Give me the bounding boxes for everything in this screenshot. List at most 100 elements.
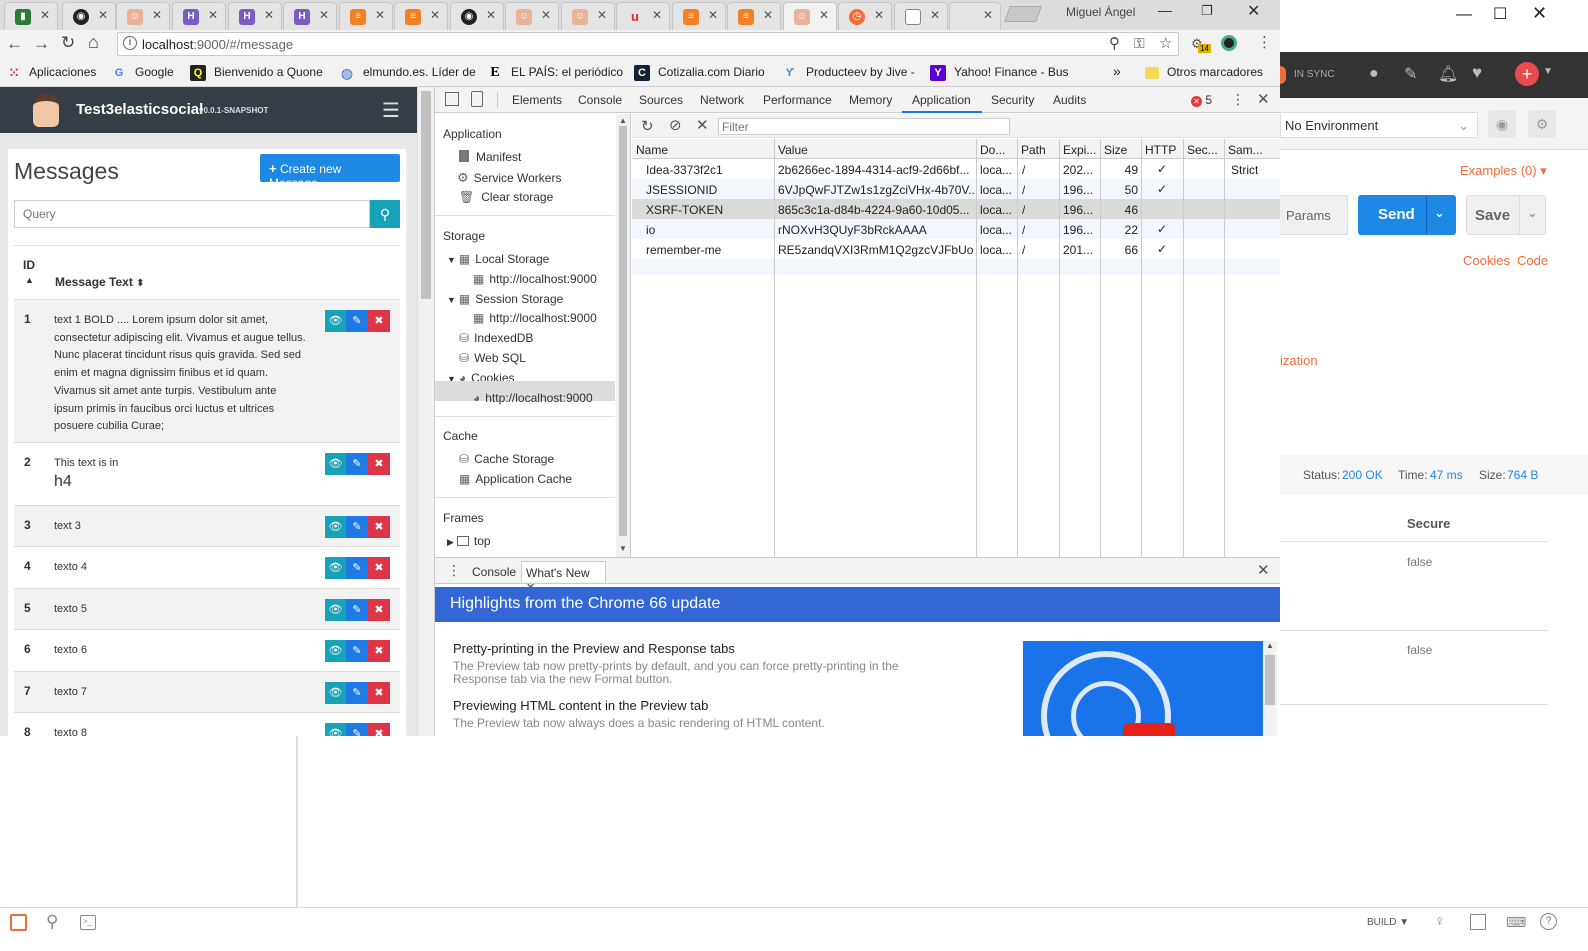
search-button[interactable]: ⚲	[370, 200, 400, 228]
bookmark-elpais[interactable]: E EL PAÍS: el periódico	[487, 65, 623, 81]
sidebar-item-manifest[interactable]: Manifest	[459, 150, 521, 164]
delete-button[interactable]: ✖	[368, 723, 390, 736]
close-drawer-icon[interactable]: ✕	[1257, 561, 1270, 579]
browser-tab[interactable]: H ✕	[283, 2, 337, 30]
tab-console[interactable]: Console	[578, 93, 622, 107]
sidebar-item-cache-storage[interactable]: ⛁ Cache Storage	[459, 452, 554, 466]
two-pane-icon[interactable]	[1470, 914, 1486, 930]
drawer-menu-icon[interactable]: ⋮	[447, 562, 461, 579]
lightbulb-icon[interactable]: ♀	[1434, 913, 1445, 930]
more-options-icon[interactable]: ⋮	[1231, 91, 1245, 108]
edit-button[interactable]: ✎	[346, 682, 368, 704]
forward-icon[interactable]: →	[33, 34, 50, 54]
edit-button[interactable]: ✎	[346, 599, 368, 621]
tab-sources[interactable]: Sources	[639, 93, 683, 107]
code-link[interactable]: Code	[1517, 253, 1548, 268]
page-scrollbar[interactable]	[417, 87, 434, 736]
pane-divider[interactable]	[296, 736, 298, 907]
column-size[interactable]: Size	[1104, 143, 1127, 157]
edit-button[interactable]: ✎	[346, 723, 368, 736]
close-icon[interactable]: ✕	[1532, 3, 1547, 24]
browser-tab[interactable]: ◷ ✕	[838, 2, 892, 30]
sidebar-item-clear-storage[interactable]: 🗑︎ Clear storage	[459, 190, 553, 204]
view-button[interactable]: 👁︎	[325, 599, 346, 621]
error-count[interactable]: ✕ 5	[1191, 93, 1212, 107]
back-icon[interactable]: ←	[6, 34, 23, 54]
params-button[interactable]: Params	[1280, 195, 1348, 235]
sidebar-item-session-storage[interactable]: ▼ ▦ Session Storage	[447, 292, 563, 306]
info-icon[interactable]: i	[123, 36, 137, 50]
heart-icon[interactable]: ♥	[1472, 63, 1482, 83]
tab-performance[interactable]: Performance	[763, 93, 832, 107]
drawer-scrollbar[interactable]: ▲	[1263, 641, 1277, 736]
table-row[interactable]: 1 text 1 BOLD .... Lorem ipsum dolor sit…	[14, 299, 400, 442]
browser-tab[interactable]: ≡ ✕	[727, 2, 781, 30]
text-column-header[interactable]: Message Text ⬍	[55, 275, 145, 289]
column-path[interactable]: Path	[1021, 143, 1046, 157]
delete-button[interactable]: ✖	[368, 557, 390, 579]
globe-icon[interactable]: ●	[1369, 65, 1379, 83]
bookmark-cotizalia[interactable]: C Cotizalia.com Diario	[634, 65, 765, 81]
column-samesite[interactable]: Sam...	[1228, 143, 1263, 157]
save-button[interactable]: Save ⌄	[1466, 195, 1546, 235]
delete-button[interactable]: ✖	[368, 453, 390, 475]
console-icon[interactable]: >_	[80, 915, 96, 930]
column-value[interactable]: Value	[778, 143, 808, 157]
column-secure[interactable]: Sec...	[1187, 143, 1218, 157]
sidebar-item-websql[interactable]: ⛁ Web SQL	[459, 351, 526, 365]
delete-selected-icon[interactable]: ✕	[696, 116, 709, 134]
user-avatar-icon[interactable]: +	[1515, 62, 1539, 86]
drawer-tab-console[interactable]: Console	[472, 565, 516, 579]
new-tab-button[interactable]	[1004, 6, 1042, 22]
home-icon[interactable]: ⌂	[88, 32, 99, 53]
clear-all-icon[interactable]: ⊘	[669, 116, 682, 134]
sidebar-item-local-storage-origin[interactable]: ▦ http://localhost:9000	[473, 272, 597, 286]
sidebar-item-service-workers[interactable]: ⚙ Service Workers	[457, 170, 561, 186]
drawer-tab-whats-new[interactable]: What's New ✕	[521, 561, 606, 594]
table-row[interactable]: 4 texto 4 👁︎ ✎ ✖	[14, 546, 400, 588]
bookmark-elmundo[interactable]: ◍ elmundo.es. Líder de	[339, 65, 476, 81]
browser-tab[interactable]: ▮ ✕	[4, 2, 58, 30]
examples-link[interactable]: Examples (0) ▾	[1460, 163, 1547, 179]
chevron-down-icon[interactable]: ▼	[1543, 66, 1553, 77]
refresh-icon[interactable]: ↻	[641, 117, 654, 135]
tab-elements[interactable]: Elements	[512, 93, 562, 107]
column-name[interactable]: Name	[636, 143, 668, 157]
sidebar-item-session-storage-origin[interactable]: ▦ http://localhost:9000	[473, 311, 597, 325]
view-button[interactable]: 👁︎	[325, 310, 346, 332]
table-row[interactable]: 2 This text is in h4 👁︎ ✎ ✖	[14, 442, 400, 505]
edit-button[interactable]: ✎	[346, 310, 368, 332]
bookmark-quone[interactable]: Q Bienvenido a Quone	[190, 65, 323, 81]
browser-tab[interactable]: ≡ ✕	[394, 2, 448, 30]
send-button[interactable]: Send ⌄	[1358, 195, 1456, 235]
column-domain[interactable]: Do...	[980, 143, 1005, 157]
sidebar-item-local-storage[interactable]: ▼ ▦ Local Storage	[447, 252, 549, 266]
device-toolbar-icon[interactable]	[471, 91, 483, 107]
bell-icon[interactable]: 🔔︎	[1438, 64, 1458, 84]
browser-tab[interactable]: H ✕	[172, 2, 226, 30]
delete-button[interactable]: ✖	[368, 682, 390, 704]
address-bar[interactable]: i localhost:9000/#/message ⚲ ⚿ ☆	[117, 32, 1179, 56]
browser-tab[interactable]: ◉ ✕	[62, 2, 116, 30]
bookmarks-overflow[interactable]: »	[1113, 63, 1121, 79]
delete-button[interactable]: ✖	[368, 640, 390, 662]
environment-select[interactable]: No Environment ⌄	[1280, 112, 1478, 138]
star-icon[interactable]: ☆	[1159, 34, 1172, 52]
extension-icon[interactable]	[1221, 35, 1237, 51]
view-button[interactable]: 👁︎	[325, 557, 346, 579]
minimize-icon[interactable]: —	[1456, 6, 1472, 24]
filter-input[interactable]	[718, 118, 1010, 135]
table-row[interactable]: 8 texto 8 👁︎ ✎ ✖	[14, 712, 400, 736]
restore-icon[interactable]: ❐	[1201, 3, 1213, 19]
bookmark-google[interactable]: G Google	[111, 65, 174, 81]
edit-button[interactable]: ✎	[346, 516, 368, 538]
sidebar-item-indexeddb[interactable]: ⛁ IndexedDB	[459, 331, 533, 345]
sidebar-item-frame-top[interactable]: ▶ top	[447, 534, 491, 548]
delete-button[interactable]: ✖	[368, 516, 390, 538]
table-row[interactable]: 6 texto 6 👁︎ ✎ ✖	[14, 629, 400, 671]
profile-name[interactable]: Miguel Ángel	[1066, 5, 1135, 19]
authorization-tab[interactable]: ization	[1280, 353, 1318, 368]
keyboard-icon[interactable]: ⌨	[1506, 914, 1526, 931]
extension-icon[interactable]: ⚙ 14	[1191, 36, 1211, 54]
minimize-icon[interactable]: —	[1158, 2, 1172, 18]
